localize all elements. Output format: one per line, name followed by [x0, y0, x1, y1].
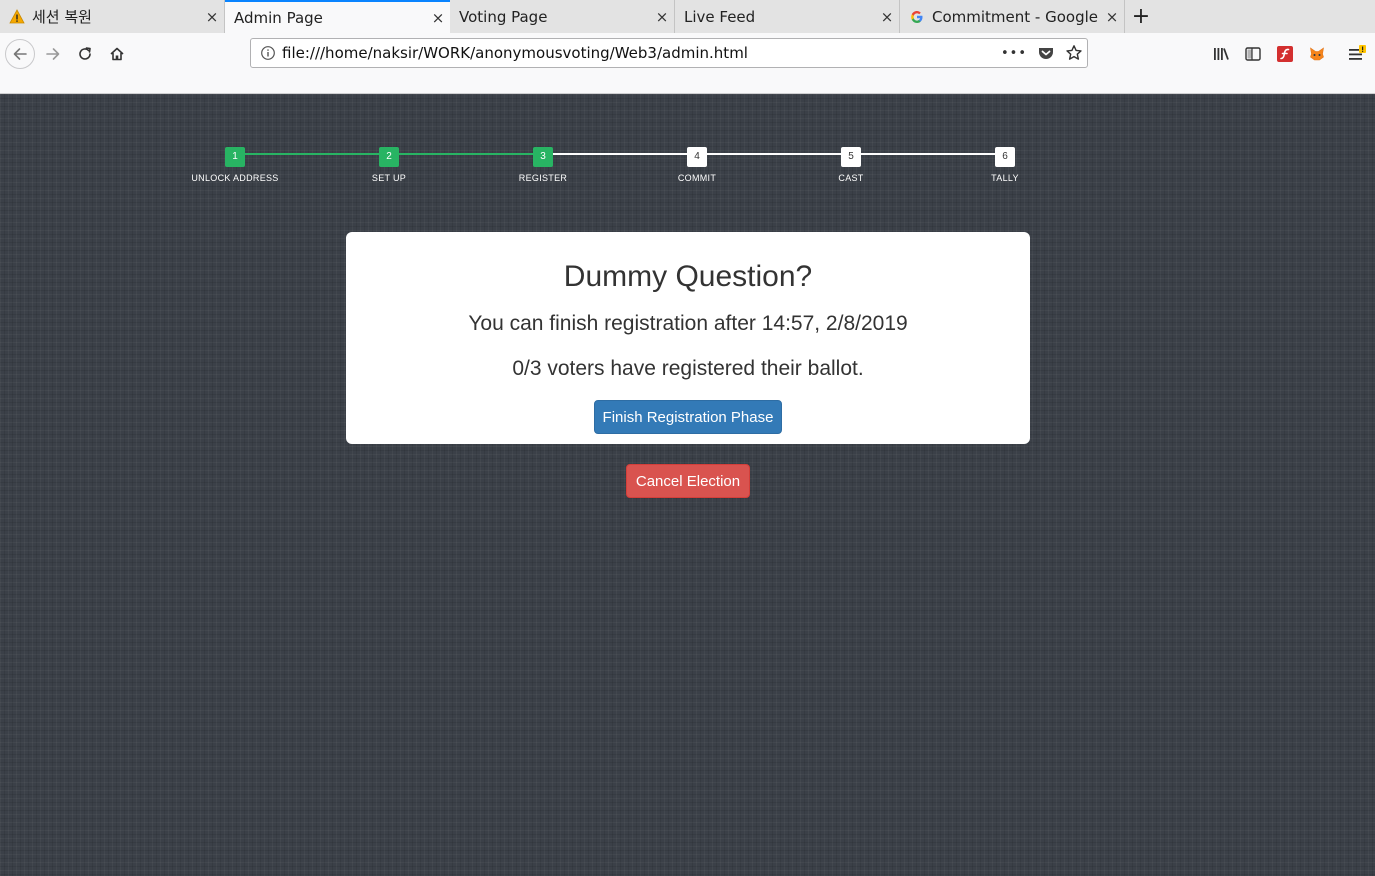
- step-register: 3 REGISTER: [493, 144, 593, 183]
- metamask-extension-button[interactable]: [1303, 39, 1331, 69]
- step-label: TALLY: [991, 172, 1019, 183]
- registration-card: Dummy Question? You can finish registrat…: [346, 232, 1030, 444]
- google-icon: [909, 9, 925, 25]
- step-number: 1: [225, 146, 245, 167]
- tab-admin-page[interactable]: Admin Page ×: [225, 0, 450, 33]
- step-label: UNLOCK ADDRESS: [191, 172, 279, 183]
- tab-session-restore[interactable]: 세션 복원 ×: [0, 0, 225, 33]
- sidebar-icon: [1245, 47, 1261, 61]
- flash-icon: [1277, 46, 1293, 62]
- home-icon: [110, 47, 124, 61]
- forward-button[interactable]: [38, 39, 68, 69]
- bookmark-star-icon[interactable]: [1065, 44, 1083, 62]
- library-button[interactable]: [1207, 39, 1235, 69]
- step-number: 6: [995, 146, 1015, 167]
- close-icon[interactable]: ×: [426, 9, 450, 27]
- step-commit: 4 COMMIT: [647, 144, 747, 183]
- close-icon[interactable]: ×: [875, 8, 899, 26]
- tab-commitment-google[interactable]: Commitment - Google 검 ×: [900, 0, 1125, 33]
- step-number: 3: [533, 146, 553, 167]
- step-label: COMMIT: [677, 172, 717, 183]
- tab-title: 세션 복원: [32, 8, 92, 26]
- step-number: 4: [687, 146, 707, 167]
- finish-registration-button[interactable]: Finish Registration Phase: [594, 400, 782, 434]
- stepper-line-remaining: [543, 153, 1005, 155]
- url-bar[interactable]: file:///home/naksir/WORK/anonymousvoting…: [250, 38, 1088, 68]
- cancel-election-button[interactable]: Cancel Election: [626, 464, 750, 498]
- info-icon[interactable]: [260, 45, 276, 61]
- nav-bar: file:///home/naksir/WORK/anonymousvoting…: [0, 33, 1375, 94]
- tab-live-feed[interactable]: Live Feed ×: [675, 0, 900, 33]
- menu-button[interactable]: [1342, 39, 1370, 69]
- tab-title: Voting Page: [459, 7, 548, 26]
- progress-stepper: 1 UNLOCK ADDRESS 2 SET UP 3 REGISTER 4 C…: [0, 94, 1375, 194]
- step-cast: 5 CAST: [801, 144, 901, 183]
- close-icon[interactable]: ×: [650, 8, 674, 26]
- close-icon[interactable]: ×: [1100, 8, 1124, 26]
- hamburger-menu-icon: [1349, 45, 1366, 60]
- reload-button[interactable]: [70, 39, 100, 69]
- registration-deadline: You can finish registration after 14:57,…: [468, 312, 908, 335]
- home-button[interactable]: [102, 39, 132, 69]
- reload-icon: [79, 47, 91, 60]
- back-button[interactable]: [5, 39, 35, 69]
- url-text[interactable]: file:///home/naksir/WORK/anonymousvoting…: [282, 44, 748, 62]
- tab-bar: 세션 복원 × Admin Page × Voting Page × Live …: [0, 0, 1375, 33]
- step-unlock-address: 1 UNLOCK ADDRESS: [185, 144, 285, 183]
- sidebar-button[interactable]: [1239, 39, 1267, 69]
- pocket-icon[interactable]: [1037, 44, 1055, 62]
- tab-title: Commitment - Google 검: [932, 8, 1100, 26]
- tab-voting-page[interactable]: Voting Page ×: [450, 0, 675, 33]
- library-icon: [1214, 48, 1229, 60]
- arrow-right-icon: [46, 48, 60, 60]
- step-set-up: 2 SET UP: [339, 144, 439, 183]
- step-tally: 6 TALLY: [955, 144, 1055, 183]
- warning-icon: [9, 8, 25, 25]
- new-tab-button[interactable]: +: [1127, 0, 1155, 33]
- metamask-fox-icon: [1310, 47, 1324, 61]
- step-label: REGISTER: [518, 172, 568, 183]
- step-label: SET UP: [371, 172, 407, 183]
- step-label: CAST: [838, 172, 864, 183]
- page-actions-button[interactable]: •••: [1001, 46, 1027, 61]
- question-title: Dummy Question?: [563, 260, 813, 293]
- step-number: 2: [379, 146, 399, 167]
- tab-title: Live Feed: [684, 7, 756, 26]
- close-icon[interactable]: ×: [200, 8, 224, 26]
- registered-count: 0/3 voters have registered their ballot.: [512, 357, 864, 380]
- page-content: 1 UNLOCK ADDRESS 2 SET UP 3 REGISTER 4 C…: [0, 94, 1375, 876]
- flash-extension-button[interactable]: [1271, 39, 1299, 69]
- step-number: 5: [841, 146, 861, 167]
- arrow-left-icon: [13, 48, 27, 60]
- tab-title: Admin Page: [234, 8, 323, 27]
